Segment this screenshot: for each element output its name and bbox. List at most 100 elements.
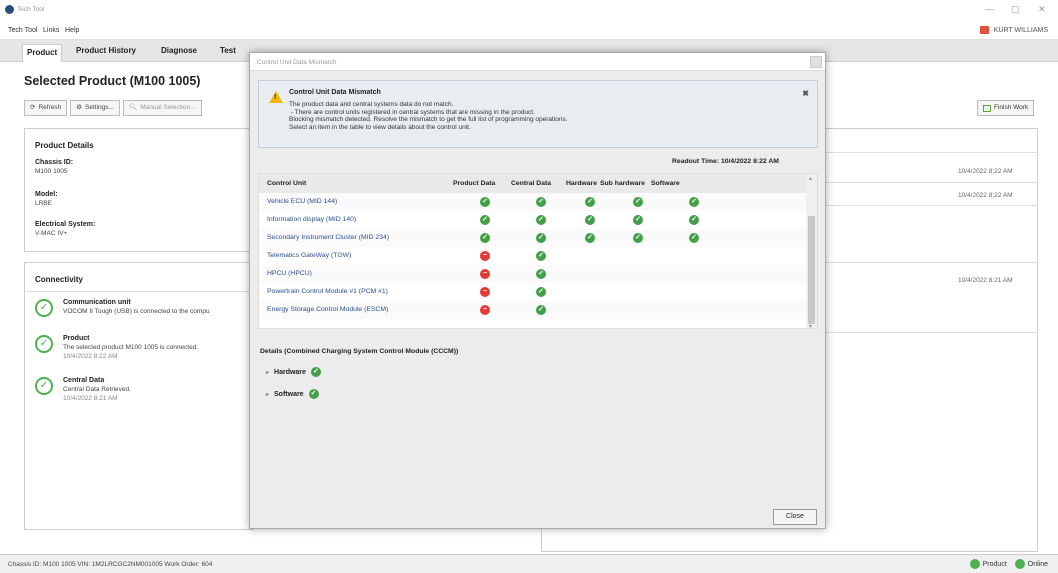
electrical-value: V-MAC IV+ xyxy=(35,230,68,237)
check-icon: ✓ xyxy=(633,197,643,207)
control-unit-name[interactable]: Vehicle ECU (MID 144) xyxy=(267,198,337,205)
app-title: Tech Tool xyxy=(17,6,45,13)
refresh-button[interactable]: ⟳ Refresh xyxy=(24,100,68,116)
tab-test[interactable]: Test xyxy=(220,46,236,55)
table-header: Control Unit Product Data Central Data H… xyxy=(259,174,807,193)
menu-tech-tool[interactable]: Tech Tool xyxy=(8,27,37,34)
scroll-up-icon[interactable]: ▲ xyxy=(808,176,813,182)
check-icon: ✓ xyxy=(536,287,546,297)
control-unit-name[interactable]: HPCU (HPCU) xyxy=(267,270,312,277)
finish-work-button[interactable]: Finish Work xyxy=(977,100,1035,116)
user-name: KURT WILLIAMS xyxy=(993,26,1048,34)
control-unit-name[interactable]: Energy Storage Control Module (ESCM) xyxy=(267,306,388,313)
check-icon: ✓ xyxy=(633,215,643,225)
alert-line: The product data and central systems dat… xyxy=(289,101,454,108)
col-central-data[interactable]: Central Data xyxy=(511,180,551,187)
product-details-title: Product Details xyxy=(35,141,94,150)
table-row[interactable]: Information display (MID 140) ✓ ✓ ✓ ✓ ✓ xyxy=(259,211,807,229)
table-row[interactable]: Energy Storage Control Module (ESCM) − ✓ xyxy=(259,301,807,319)
check-icon: ✓ xyxy=(536,251,546,261)
manual-selection-button[interactable]: 🔍︎ Manual Selection... xyxy=(122,100,202,116)
check-icon: ✓ xyxy=(310,367,321,377)
online-status: Online xyxy=(1014,559,1048,569)
check-icon: ✓ xyxy=(689,197,699,207)
connectivity-panel: Connectivity ✓ Communication unit VOCOM … xyxy=(24,262,254,530)
product-details-panel: Product Details Chassis ID: M100 1005 Mo… xyxy=(24,128,254,252)
tab-product-history[interactable]: Product History xyxy=(76,46,136,55)
tab-product[interactable]: Product xyxy=(22,44,63,62)
model-label: Model: xyxy=(35,191,58,198)
alert-line: Blocking mismatch detected. Resolve the … xyxy=(289,116,568,124)
check-icon: ✓ xyxy=(35,335,53,353)
table-scrollbar[interactable]: ▲ ▼ xyxy=(806,174,817,330)
alert-title: Control Unit Data Mismatch xyxy=(289,89,381,96)
control-unit-name[interactable]: Powertrain Control Module #1 (PCM #1) xyxy=(267,288,388,295)
alert-line: - There are control units registered in … xyxy=(289,108,535,116)
check-icon: ✓ xyxy=(35,299,53,317)
table-row[interactable]: Powertrain Control Module #1 (PCM #1) − ✓ xyxy=(259,283,807,301)
minimize-icon[interactable]: — xyxy=(985,4,994,14)
control-unit-name[interactable]: Information display (MID 140) xyxy=(267,216,356,223)
col-software[interactable]: Software xyxy=(651,180,680,187)
connectivity-item: ✓ Communication unit VOCOM II Tough (USB… xyxy=(35,299,210,317)
event-time: 10/4/2022 8:22 AM xyxy=(958,168,1013,175)
event-time: 10/4/2022 8:22 AM xyxy=(958,192,1013,199)
finish-icon xyxy=(983,104,991,112)
settings-icon: ⚙ xyxy=(76,104,83,111)
user-menu[interactable]: KURT WILLIAMS xyxy=(979,26,1048,34)
check-icon xyxy=(969,559,980,569)
col-product-data[interactable]: Product Data xyxy=(453,180,495,187)
window-titlebar: Tech Tool — ▢ ✕ xyxy=(0,0,1058,22)
check-icon: ✓ xyxy=(633,233,643,243)
close-button[interactable]: Close xyxy=(773,509,817,525)
dialog-title: Control Unit Data Mismatch xyxy=(257,59,337,66)
statusbar: Chassis ID: M100 1005 VIN: 1M2LRCGC2NM00… xyxy=(0,554,1058,573)
table-row[interactable]: HPCU (HPCU) − ✓ xyxy=(259,265,807,283)
check-icon: ✓ xyxy=(585,197,595,207)
close-icon[interactable]: ✕ xyxy=(1038,4,1046,15)
electrical-label: Electrical System: xyxy=(35,221,96,228)
alert-line: Select an item in the table to view deta… xyxy=(289,124,471,132)
col-sub-hardware[interactable]: Sub hardware xyxy=(600,180,645,187)
settings-button[interactable]: ⚙ Settings... xyxy=(70,100,120,116)
restore-icon[interactable]: ▢ xyxy=(1011,4,1020,15)
check-icon: ✓ xyxy=(536,305,546,315)
menu-links[interactable]: Links xyxy=(43,27,59,34)
col-hardware[interactable]: Hardware xyxy=(566,180,597,187)
scroll-down-icon[interactable]: ▼ xyxy=(808,324,813,330)
table-row[interactable]: Secondary Instrument Cluster (MID 234) ✓ ✓… xyxy=(259,229,807,247)
app-logo-icon xyxy=(5,5,14,14)
event-time: 10/4/2022 8:21 AM xyxy=(958,277,1013,284)
scroll-thumb[interactable] xyxy=(808,216,815,324)
expand-icon[interactable]: ▸ xyxy=(266,369,269,376)
error-icon: − xyxy=(480,287,490,297)
menubar: Tech Tool Links Help KURT WILLIAMS xyxy=(0,22,1058,40)
table-row[interactable]: Telematics GateWay (TGW) − ✓ xyxy=(259,247,807,265)
alert-dismiss-icon[interactable]: ✖ xyxy=(802,89,809,98)
col-control-unit[interactable]: Control Unit xyxy=(267,180,306,187)
details-hardware-row[interactable]: ▸ Hardware ✓ xyxy=(266,367,321,377)
model-value: LRBE xyxy=(35,200,52,207)
dialog-close-icon[interactable] xyxy=(810,56,822,68)
check-icon: ✓ xyxy=(536,197,546,207)
expand-icon[interactable]: ▸ xyxy=(266,391,269,398)
control-unit-table: Control Unit Product Data Central Data H… xyxy=(258,173,818,330)
check-icon: ✓ xyxy=(536,233,546,243)
tab-diagnose[interactable]: Diagnose xyxy=(161,46,197,55)
product-status: Product xyxy=(969,559,1007,569)
menu-help[interactable]: Help xyxy=(65,27,79,34)
check-icon: ✓ xyxy=(689,215,699,225)
check-icon: ✓ xyxy=(308,389,319,399)
error-icon: − xyxy=(480,251,490,261)
search-icon: 🔍︎ xyxy=(128,104,138,111)
details-section: Details (Combined Charging System Contro… xyxy=(258,338,818,488)
table-row[interactable]: Vehicle ECU (MID 144) ✓ ✓ ✓ ✓ ✓ xyxy=(259,193,807,211)
chassis-value: M100 1005 xyxy=(35,168,68,175)
error-icon: − xyxy=(480,305,490,315)
details-software-row[interactable]: ▸ Software ✓ xyxy=(266,389,319,399)
check-icon: ✓ xyxy=(689,233,699,243)
status-info: Chassis ID: M100 1005 VIN: 1M2LRCGC2NM00… xyxy=(8,561,213,568)
control-unit-name[interactable]: Secondary Instrument Cluster (MID 234) xyxy=(267,234,389,241)
chassis-label: Chassis ID: xyxy=(35,159,74,166)
control-unit-name[interactable]: Telematics GateWay (TGW) xyxy=(267,252,351,259)
